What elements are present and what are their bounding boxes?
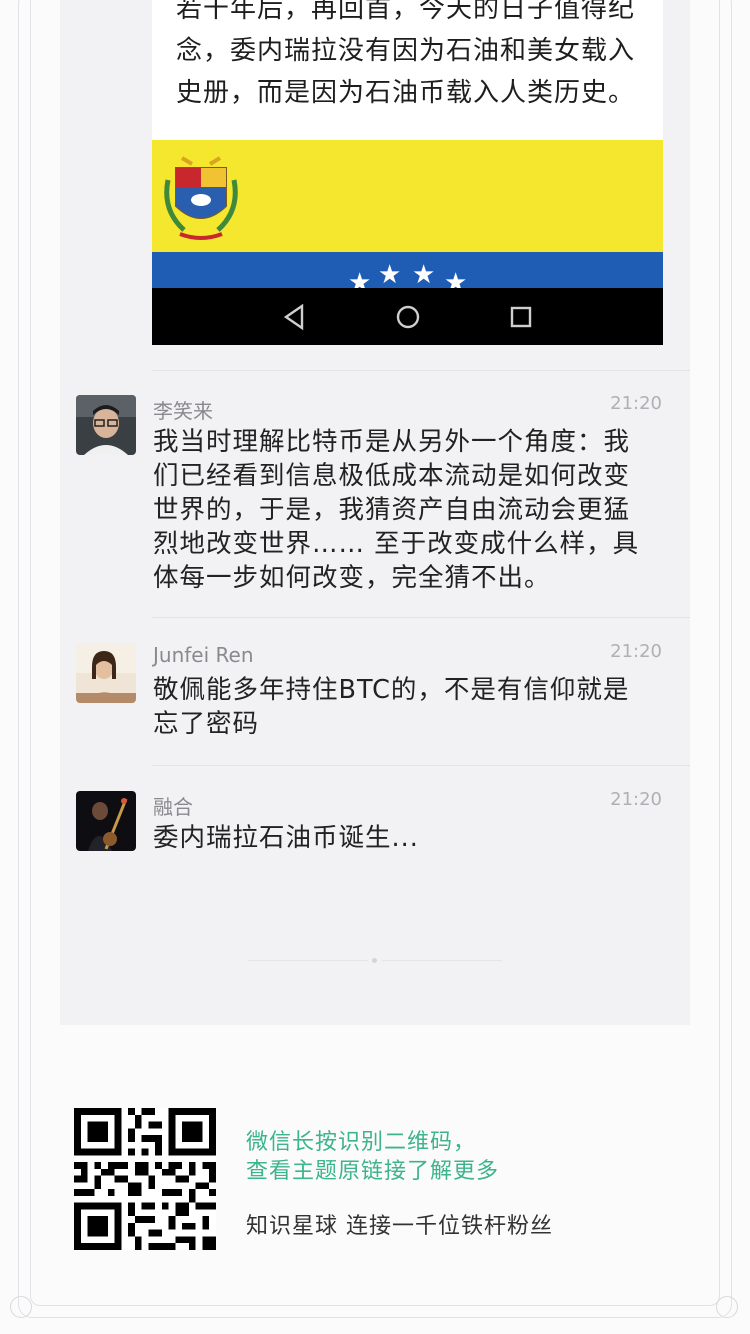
- avatar[interactable]: [76, 395, 136, 455]
- back-triangle-icon: [283, 303, 304, 331]
- comment-author[interactable]: Junfei Ren: [153, 643, 254, 667]
- flag-blue-stripe: [152, 252, 663, 288]
- frame-corner-ornament: [716, 1296, 738, 1318]
- comment-divider: [152, 370, 690, 371]
- comment-time: 21:20: [610, 789, 662, 810]
- comment-time: 21:20: [610, 393, 662, 414]
- comment-divider: [152, 765, 690, 766]
- avatar-portrait-image: [76, 791, 136, 851]
- recents-square-icon: [510, 306, 532, 328]
- flag-star-icon: ★: [378, 260, 402, 290]
- comment-author[interactable]: 融合: [153, 791, 193, 820]
- android-navigation-bar: [152, 288, 663, 345]
- comment-time: 21:20: [610, 641, 662, 662]
- avatar-portrait-image: [76, 395, 136, 455]
- end-divider-dot: [372, 958, 377, 963]
- comment-divider: [152, 617, 690, 618]
- avatar[interactable]: [76, 643, 136, 703]
- avatar[interactable]: [76, 791, 136, 851]
- end-divider-left: [248, 960, 368, 961]
- flag-star-icon: ★: [412, 260, 436, 290]
- home-circle-icon: [396, 305, 420, 329]
- qr-hint-line1: 微信长按识别二维码，: [246, 1130, 477, 1155]
- article-preview-text: 若干年后，再回首，今天的日子值得纪念，委内瑞拉没有因为石油和美女载入史册，而是因…: [176, 0, 636, 108]
- qr-code-image[interactable]: [74, 1108, 216, 1250]
- coat-of-arms-icon: [164, 156, 238, 240]
- share-card-page: 若干年后，再回首，今天的日子值得纪念，委内瑞拉没有因为石油和美女载入史册，而是因…: [0, 0, 750, 1334]
- frame-corner-ornament: [10, 1296, 32, 1318]
- comment-author[interactable]: 李笑来: [153, 395, 213, 424]
- comment-text: 敬佩能多年持住BTC的，不是有信仰就是忘了密码: [153, 675, 630, 739]
- avatar-portrait-image: [76, 643, 136, 703]
- knowledge-planet-slogan: 知识星球 连接一千位铁杆粉丝: [246, 1214, 553, 1239]
- end-divider-right: [382, 960, 502, 961]
- comment-text: 我当时理解比特币是从另外一个角度：我们已经看到信息极低成本流动是如何改变世界的，…: [153, 427, 640, 593]
- qr-hint-line2: 查看主题原链接了解更多: [246, 1159, 500, 1184]
- article-preview-image[interactable]: 若干年后，再回首，今天的日子值得纪念，委内瑞拉没有因为石油和美女载入史册，而是因…: [152, 0, 663, 345]
- venezuela-flag-image: ★ ★ ★ ★: [152, 140, 663, 296]
- comment-text: 委内瑞拉石油币诞生...: [153, 823, 419, 853]
